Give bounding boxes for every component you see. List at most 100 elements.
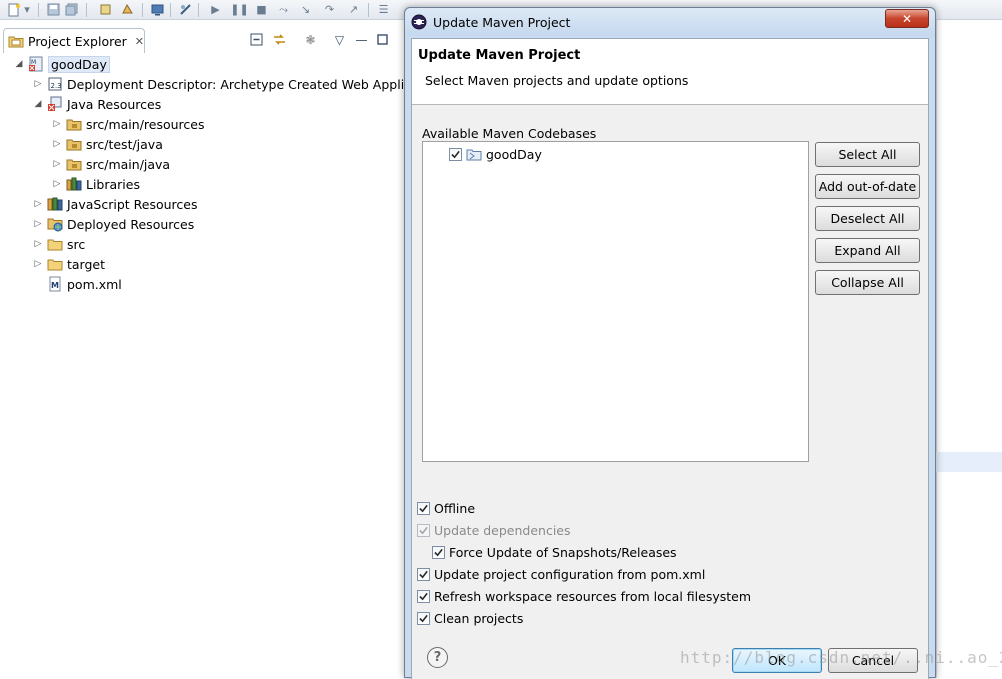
deployed-resources-icon	[47, 216, 63, 232]
disconnect-icon[interactable]: ⤳	[276, 2, 291, 17]
tab-project-explorer[interactable]: Project Explorer ✕	[3, 28, 145, 53]
save-icon[interactable]	[46, 2, 61, 17]
tree-item-target[interactable]: ▷ target	[33, 254, 105, 274]
force-update-checkbox[interactable]	[432, 546, 445, 559]
new-icon[interactable]	[6, 2, 21, 17]
collapsed-twisty-icon[interactable]: ▷	[33, 199, 43, 209]
toolbar-separator	[38, 3, 39, 17]
tree-item-src-main-java[interactable]: ▷ src/main/java	[52, 154, 171, 174]
tree-item-label: src/main/resources	[86, 116, 205, 132]
check-icon	[419, 570, 428, 579]
codebases-list[interactable]: goodDay	[422, 141, 809, 462]
close-icon[interactable]: ✕	[135, 35, 144, 48]
clean-projects-checkbox[interactable]	[417, 612, 430, 625]
close-button[interactable]: ✕	[885, 9, 929, 28]
help-icon[interactable]: ?	[427, 647, 448, 668]
expanded-twisty-icon[interactable]: ◢	[33, 99, 43, 109]
resume-icon[interactable]: ▶	[208, 2, 223, 17]
list-item[interactable]: goodDay	[449, 146, 542, 162]
console-icon[interactable]	[150, 2, 165, 17]
view-menu-icon[interactable]: ▽	[332, 32, 347, 47]
collapse-all-button[interactable]: Collapse All	[815, 270, 920, 295]
editor-area	[936, 20, 1002, 678]
collapsed-twisty-icon[interactable]: ▷	[33, 239, 43, 249]
codebase-checkbox[interactable]	[449, 147, 462, 161]
expanded-twisty-icon[interactable]: ◢	[14, 59, 24, 69]
update-maven-project-dialog: Update Maven Project ✕ Update Maven Proj…	[404, 7, 936, 679]
refresh-workspace-option[interactable]: Refresh workspace resources from local f…	[417, 589, 751, 604]
libraries-icon	[66, 176, 82, 192]
focus-icon[interactable]: ❃	[303, 32, 318, 47]
check-icon	[419, 614, 428, 623]
update-dependencies-checkbox	[417, 524, 430, 537]
svg-text:2.3: 2.3	[51, 82, 62, 90]
build-icon[interactable]	[98, 2, 113, 17]
tree-item-goodday[interactable]: ◢ M goodDay	[14, 54, 110, 74]
dialog-titlebar[interactable]: Update Maven Project ✕	[405, 8, 935, 36]
tree-item-label: Libraries	[86, 176, 140, 192]
tree-item-deployment-descriptor[interactable]: ▷ 2.3 Deployment Descriptor: Archetype C…	[33, 74, 424, 94]
refresh-workspace-checkbox[interactable]	[417, 590, 430, 603]
collapsed-twisty-icon[interactable]: ▷	[52, 159, 62, 169]
source-folder-icon	[66, 136, 82, 152]
offline-option[interactable]: Offline	[417, 501, 475, 516]
check-icon	[419, 526, 428, 535]
toolbar-separator	[86, 3, 87, 17]
collapsed-twisty-icon[interactable]: ▷	[33, 79, 43, 89]
tree-item-label: pom.xml	[67, 276, 122, 292]
source-folder-icon	[66, 116, 82, 132]
save-all-icon[interactable]	[64, 2, 79, 17]
tree-item-javascript-resources[interactable]: ▷ JavaScript Resources	[33, 194, 198, 214]
javascript-resources-icon	[47, 196, 63, 212]
offline-checkbox[interactable]	[417, 502, 430, 515]
refactor-icon[interactable]	[120, 2, 135, 17]
tree-item-label: Deployment Descriptor: Archetype Created…	[67, 76, 424, 92]
step-over-icon[interactable]: ↷	[322, 2, 337, 17]
tree-item-deployed-resources[interactable]: ▷ Deployed Resources	[33, 214, 194, 234]
tree-item-label: goodDay	[48, 55, 110, 73]
maven-project-icon: M	[28, 56, 44, 72]
link-with-editor-icon[interactable]	[272, 32, 287, 47]
tree-item-src-test-java[interactable]: ▷ src/test/java	[52, 134, 163, 154]
expand-all-button[interactable]: Expand All	[815, 238, 920, 263]
select-all-button[interactable]: Select All	[815, 142, 920, 167]
force-update-label: Force Update of Snapshots/Releases	[449, 545, 677, 560]
codebase-label: goodDay	[486, 146, 542, 162]
minimize-icon[interactable]: —	[354, 32, 369, 47]
tree-item-src-main-resources[interactable]: ▷ src/main/resources	[52, 114, 205, 134]
dialog-header-title: Update Maven Project	[418, 48, 581, 63]
update-config-checkbox[interactable]	[417, 568, 430, 581]
tree-item-libraries[interactable]: ▷ Libraries	[52, 174, 140, 194]
collapsed-twisty-icon[interactable]: ▷	[33, 259, 43, 269]
tree-item-label: target	[67, 256, 106, 272]
maximize-icon[interactable]	[375, 32, 390, 47]
force-update-option[interactable]: Force Update of Snapshots/Releases	[432, 545, 677, 560]
tree-item-pom-xml[interactable]: M pom.xml	[47, 274, 122, 294]
deselect-all-button[interactable]: Deselect All	[815, 206, 920, 231]
tree-item-label: Java Resources	[67, 96, 162, 112]
collapsed-twisty-icon[interactable]: ▷	[52, 179, 62, 189]
use-step-filters-icon[interactable]: ☰	[376, 2, 391, 17]
tree-item-label: src/main/java	[86, 156, 171, 172]
terminate-icon[interactable]: ■	[254, 2, 269, 17]
maven-project-icon	[466, 146, 482, 162]
collapsed-twisty-icon[interactable]: ▷	[52, 119, 62, 129]
tree-item-src[interactable]: ▷ src	[33, 234, 86, 254]
collapse-all-icon[interactable]	[249, 32, 264, 47]
refresh-workspace-label: Refresh workspace resources from local f…	[434, 589, 752, 604]
update-config-option[interactable]: Update project configuration from pom.xm…	[417, 567, 705, 582]
add-out-of-date-button[interactable]: Add out-of-date	[815, 174, 920, 199]
tree-item-java-resources[interactable]: ◢ Java Resources	[33, 94, 161, 114]
collapsed-twisty-icon[interactable]: ▷	[52, 139, 62, 149]
collapsed-twisty-icon[interactable]: ▷	[33, 219, 43, 229]
clean-projects-option[interactable]: Clean projects	[417, 611, 523, 626]
dialog-client-area: Update Maven Project Select Maven projec…	[411, 38, 929, 679]
debug-icon[interactable]	[178, 2, 193, 17]
tab-label: Project Explorer	[28, 33, 127, 49]
tree-item-label: JavaScript Resources	[67, 196, 198, 212]
suspend-icon[interactable]: ❚❚	[230, 2, 248, 17]
step-into-icon[interactable]: ↘	[298, 2, 313, 17]
dropdown-arrow-icon[interactable]: ▾	[22, 2, 32, 17]
step-return-icon[interactable]: ↗	[346, 2, 361, 17]
update-dependencies-option: Update dependencies	[417, 523, 571, 538]
